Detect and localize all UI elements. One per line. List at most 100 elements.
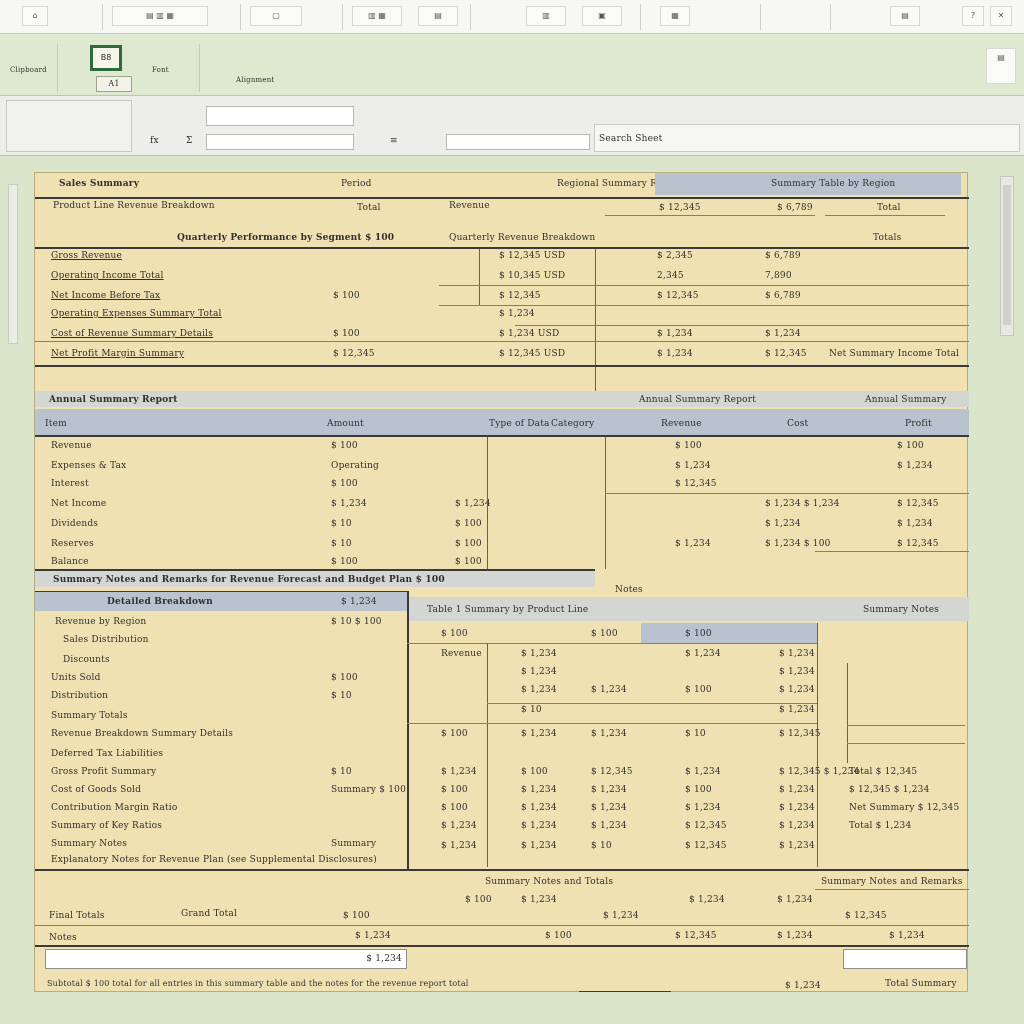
section2-row-c: $ 1,234: [675, 539, 711, 549]
section2-row-a: $ 100: [331, 557, 358, 567]
scrollbar-thumb[interactable]: [1003, 185, 1011, 325]
section3-subbanner: Notes: [615, 585, 643, 595]
chart-button[interactable]: ▦: [660, 6, 690, 26]
help-icon[interactable]: ?: [962, 6, 984, 26]
footer-row2-value: $ 1,234: [777, 931, 813, 941]
section1-row-value2: $ 1,234: [499, 309, 535, 319]
section1-row-value4: 7,890: [765, 271, 792, 281]
section3-row-label: Revenue Breakdown Summary Details: [51, 729, 234, 739]
panel-button[interactable]: ▤: [890, 6, 920, 26]
section3-grid-cell: $ 1,234: [521, 841, 557, 851]
section1-row-label: Gross Revenue: [51, 251, 123, 261]
formula-input-top[interactable]: [206, 106, 354, 126]
frame-button[interactable]: ▢: [250, 6, 302, 26]
footer-input[interactable]: $ 1,234: [45, 949, 407, 969]
fx-icon[interactable]: fx: [150, 136, 159, 146]
section2-col-header: Cost: [787, 419, 809, 429]
layout-button[interactable]: ▥ ▦: [352, 6, 402, 26]
footer-row2-label: Notes: [49, 933, 77, 943]
footer-row1-value: $ 100: [465, 895, 492, 905]
section1-row-value1: $ 100: [333, 291, 360, 301]
footer-row2-value: $ 12,345: [675, 931, 717, 941]
section2-row-e: $ 12,345: [897, 499, 939, 509]
section2-row-d: $ 1,234 $ 100: [765, 539, 831, 549]
table-button[interactable]: ▥: [526, 6, 566, 26]
section2-col-header: Item: [45, 419, 67, 429]
section3-grid-cell: $ 1,234: [779, 841, 815, 851]
section2-row-e: $ 1,234: [897, 519, 933, 529]
spreadsheet-grid: Sales Summary Period Regional Summary Re…: [34, 172, 969, 992]
header-col-d: $ 12,345: [659, 203, 701, 213]
formula-input-bottom[interactable]: [206, 134, 354, 150]
section2-col-header: Type of Data: [489, 419, 550, 429]
section3-grid-cell: $ 100: [685, 629, 712, 639]
header-col-e: $ 6,789: [777, 203, 813, 213]
footer-row1-label: Final Totals: [49, 911, 105, 921]
section1-row-value5: Net Summary Income Total: [829, 349, 960, 359]
section3-row-label: Explanatory Notes for Revenue Plan (see …: [51, 855, 377, 865]
ribbon-group-label: Clipboard: [10, 66, 47, 74]
section2-row-a: $ 10: [331, 519, 352, 529]
section3-grid-cell: $ 1,234: [521, 785, 557, 795]
section3-grid-band: [641, 623, 817, 643]
range-input[interactable]: [446, 134, 590, 150]
section3-grid-cell: $ 1,234: [441, 841, 477, 851]
vertical-scrollbar[interactable]: [1000, 176, 1014, 336]
search-bar[interactable]: Search Sheet: [594, 124, 1020, 152]
section1-row-label: Cost of Revenue Summary Details: [51, 329, 214, 339]
home-icon[interactable]: ⌂: [22, 6, 48, 26]
section3-row-value: $ 10: [331, 691, 352, 701]
active-cell-indicator[interactable]: B8: [90, 45, 122, 71]
ribbon-group-font: Font: [140, 44, 200, 92]
sheet-options-icon[interactable]: ▤: [986, 48, 1016, 84]
section1-row-label: Net Income Before Tax: [51, 291, 161, 301]
section1-row-value3: 2,345: [657, 271, 684, 281]
section3-grid-cell: $ 100: [521, 767, 548, 777]
section3-row-label: Revenue by Region: [55, 617, 147, 627]
section1-row-value2: $ 10,345 USD: [499, 271, 566, 281]
format-button[interactable]: ▣: [582, 6, 622, 26]
section2-row-a: $ 1,234: [331, 499, 367, 509]
section3-grid-cell: $ 12,345 $ 1,234: [779, 767, 860, 777]
section1-row-value3: $ 12,345: [657, 291, 699, 301]
section2-row-e: $ 100: [897, 441, 924, 451]
period-label: Period: [341, 179, 372, 189]
section3-grid-cell: $ 100: [685, 785, 712, 795]
section2-row-e: $ 12,345: [897, 539, 939, 549]
header-col-c: Revenue: [449, 201, 490, 211]
footer-input-right[interactable]: [843, 949, 967, 969]
section1-row-value4: $ 1,234: [765, 329, 801, 339]
sum-icon[interactable]: Σ: [186, 136, 193, 146]
section3-row-value: $ 10: [331, 767, 352, 777]
section2-row-b: $ 100: [455, 519, 482, 529]
section1-right-title: Totals: [873, 233, 902, 243]
section1-row-label: Operating Income Total: [51, 271, 164, 281]
section1-row-value3: $ 2,345: [657, 251, 693, 261]
footer-row2-value: $ 1,234: [889, 931, 925, 941]
grid-button[interactable]: ▤: [418, 6, 458, 26]
section3-row-label: Cost of Goods Sold: [51, 785, 142, 795]
section3-row-label: Deferred Tax Liabilities: [51, 749, 164, 759]
section3-grid-cell: $ 1,234: [779, 685, 815, 695]
section2-row-d: $ 1,234: [765, 519, 801, 529]
section3-grid-cell: $ 1,234: [591, 785, 627, 795]
footer-row1-mid: Grand Total: [181, 909, 238, 919]
section3-grid-cell: $ 1,234: [521, 649, 557, 659]
close-icon[interactable]: ✕: [990, 6, 1012, 26]
section2-row-c: $ 12,345: [675, 479, 717, 489]
section3-grid-cell: $ 1,234: [521, 685, 557, 695]
section2-right-title: Annual Summary: [865, 395, 947, 405]
section3-title-value: $ 1,234: [341, 597, 377, 607]
section1-row-value3: $ 1,234: [657, 349, 693, 359]
section1-title: Quarterly Performance by Segment $ 100: [177, 233, 395, 243]
section1-row-value4: $ 6,789: [765, 251, 801, 261]
footer-note-right: Total Summary: [885, 979, 957, 989]
section2-row-d: $ 1,234 $ 1,234: [765, 499, 840, 509]
name-box[interactable]: A1: [96, 76, 132, 92]
footer-row1-value: $ 1,234: [689, 895, 725, 905]
section3-grid-cell: $ 100: [591, 629, 618, 639]
view-toggle-button[interactable]: ▤ ▥ ▦: [112, 6, 208, 26]
ribbon-group-alignment: Alignment: [206, 44, 286, 92]
align-icon[interactable]: ≡: [390, 136, 398, 146]
section3-grid-cell: $ 1,234: [521, 821, 557, 831]
